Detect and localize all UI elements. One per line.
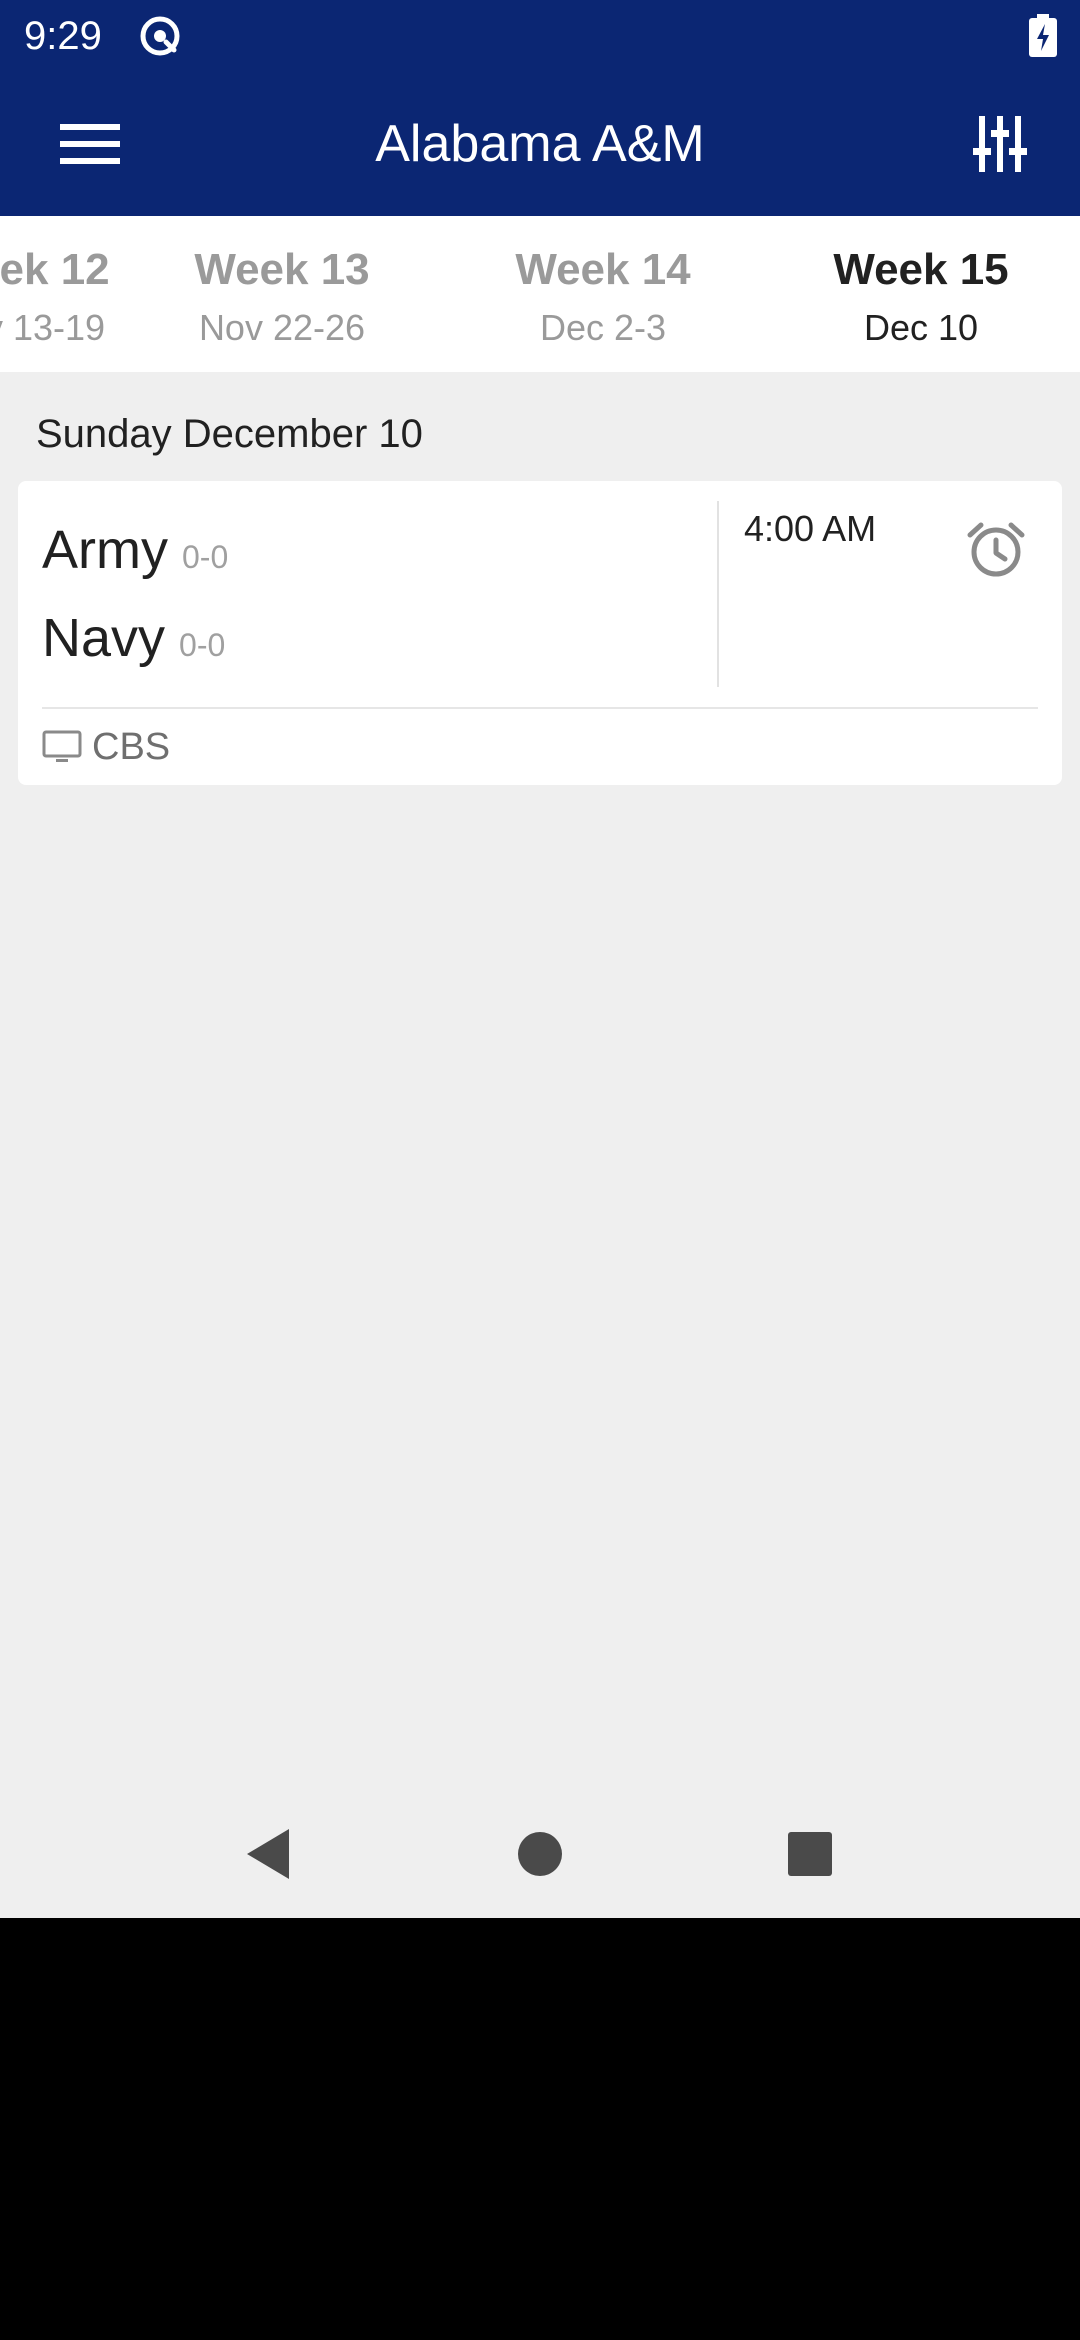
- tab-week-15[interactable]: Week 15 Dec 10: [761, 216, 1080, 372]
- tv-icon: [42, 730, 82, 762]
- away-team-row: Army 0-0: [42, 519, 228, 581]
- game-time: 4:00 AM: [744, 508, 877, 549]
- app-screen: 9:29 Alabama A&M ek 12 13-19 Week 13 Nov…: [0, 0, 1080, 1918]
- back-button[interactable]: [228, 1814, 308, 1894]
- alarm-button[interactable]: [956, 509, 1036, 589]
- week-name: Week 14: [515, 245, 691, 294]
- game-card[interactable]: Army 0-0 Navy 0-0 4:00 AM CBS: [18, 481, 1062, 785]
- week-name: Week 15: [833, 245, 1009, 294]
- status-time: 9:29: [24, 14, 102, 58]
- menu-button[interactable]: [42, 102, 142, 186]
- hamburger-menu-icon: [60, 124, 120, 164]
- recents-square-icon: [788, 1832, 832, 1876]
- toolbar-title: Alabama A&M: [375, 115, 705, 173]
- away-team-record: 0-0: [181, 539, 229, 575]
- status-bar: 9:29: [0, 0, 1080, 72]
- week-dates: Nov 22-26: [198, 307, 366, 348]
- date-header: Sunday December 10: [36, 412, 423, 456]
- week-dates: Dec 10: [863, 307, 979, 348]
- week-name: Week 13: [194, 245, 370, 294]
- sync-circle-icon: [136, 12, 184, 60]
- week-tabs: Week 12 Nov 13-19 Week 13 Nov 22-26 Week…: [0, 216, 1080, 372]
- card-divider: [717, 501, 719, 687]
- home-team-record: 0-0: [179, 627, 226, 663]
- card-separator: [42, 707, 1038, 709]
- tab-week-14[interactable]: Week 14 Dec 2-3: [443, 216, 763, 372]
- sliders-icon: [973, 116, 1027, 172]
- away-team-name: Army: [42, 520, 168, 580]
- battery-charging-icon: [1028, 14, 1058, 58]
- recents-button[interactable]: [770, 1814, 850, 1894]
- home-button[interactable]: [500, 1814, 580, 1894]
- home-team-name: Navy: [42, 608, 166, 668]
- home-circle-icon: [518, 1832, 562, 1876]
- tab-week-13[interactable]: Week 13 Nov 22-26: [122, 216, 442, 372]
- tv-network-row: CBS: [42, 721, 170, 773]
- app-toolbar: Alabama A&M: [0, 72, 1080, 216]
- week-dates: Dec 2-3: [539, 307, 667, 348]
- tv-network: CBS: [92, 725, 171, 768]
- filter-button[interactable]: [950, 102, 1050, 186]
- alarm-clock-icon: [967, 522, 1025, 577]
- back-triangle-icon: [247, 1829, 289, 1879]
- system-nav-bar: [0, 1790, 1080, 1918]
- home-team-row: Navy 0-0: [42, 607, 225, 669]
